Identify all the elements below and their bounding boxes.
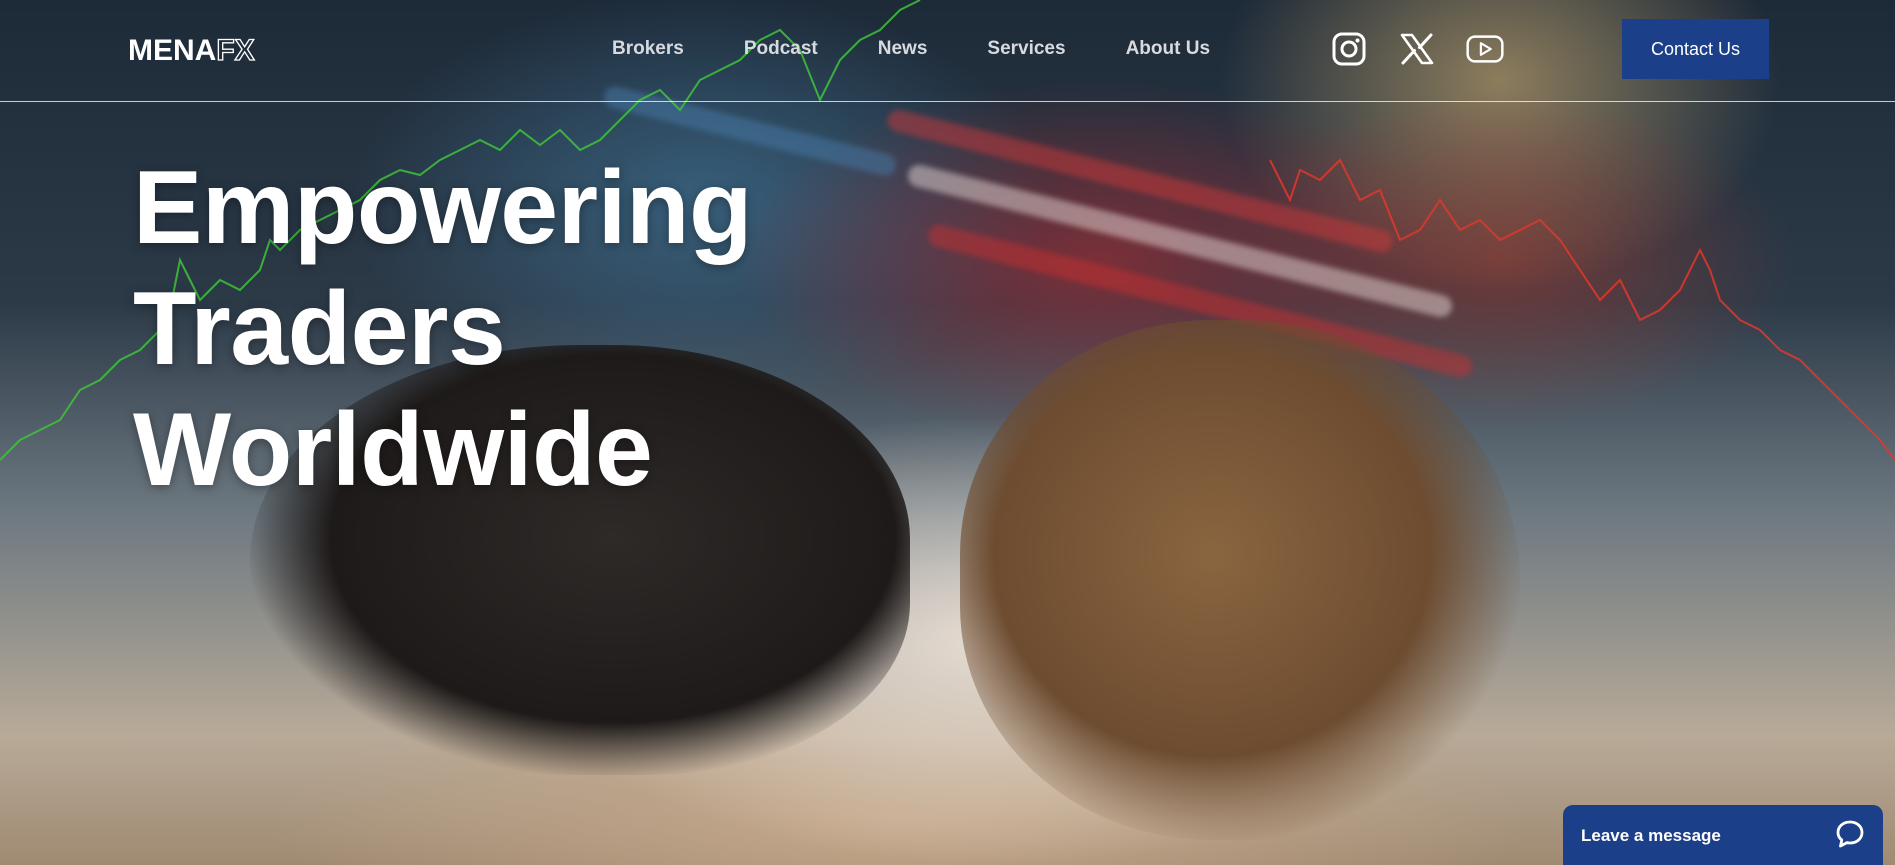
main-nav: Brokers Podcast News Services About Us — [612, 38, 1210, 60]
headline-line-2: Worldwide — [133, 392, 653, 508]
site-header: MENAFX Brokers Podcast News Services Abo… — [0, 0, 1895, 102]
contact-us-button[interactable]: Contact Us — [1622, 19, 1769, 79]
social-links — [1330, 30, 1504, 68]
nav-item-brokers[interactable]: Brokers — [612, 38, 684, 60]
x-icon[interactable] — [1398, 30, 1436, 68]
nav-item-news[interactable]: News — [878, 38, 928, 60]
youtube-icon[interactable] — [1466, 30, 1504, 68]
instagram-icon[interactable] — [1330, 30, 1368, 68]
logo-accent-text: FX — [216, 33, 256, 67]
headline-line-1: Empowering Traders — [133, 150, 753, 387]
chat-widget[interactable]: Leave a message — [1563, 805, 1883, 865]
nav-item-about-us[interactable]: About Us — [1126, 38, 1210, 60]
logo-main-text: MENA — [128, 34, 217, 67]
hero-headline: Empowering Traders Worldwide — [133, 148, 1133, 511]
logo[interactable]: MENAFX — [128, 33, 256, 68]
nav-item-podcast[interactable]: Podcast — [744, 38, 818, 60]
chat-bubble-icon — [1835, 819, 1865, 854]
chat-label: Leave a message — [1581, 826, 1721, 845]
nav-item-services[interactable]: Services — [987, 38, 1065, 60]
